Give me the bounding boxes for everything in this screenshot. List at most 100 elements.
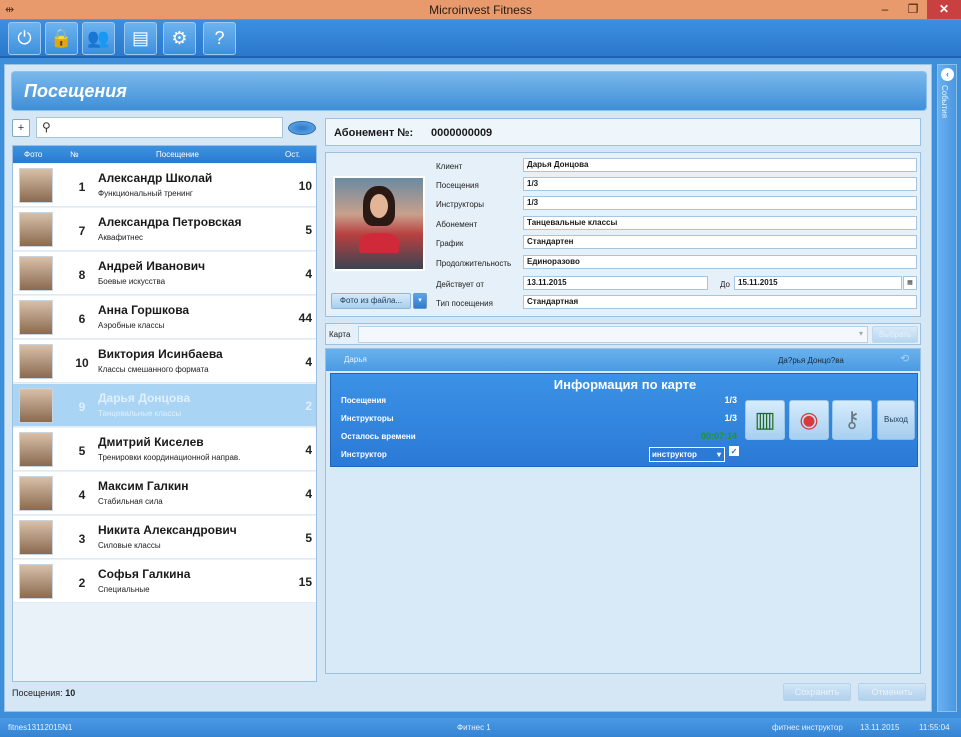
- item-subscription: Силовые классы: [98, 541, 161, 550]
- item-number: 10: [75, 356, 89, 370]
- item-number: 4: [78, 488, 86, 502]
- bracelet-icon: ◉: [799, 407, 819, 432]
- client-field[interactable]: Дарья Донцова: [523, 158, 917, 172]
- abonement-type-label: Абонемент: [436, 220, 478, 229]
- add-button[interactable]: +: [12, 119, 30, 137]
- item-number: 3: [78, 532, 86, 546]
- avatar: [19, 168, 53, 203]
- item-remaining: 2: [305, 399, 312, 413]
- lock-user-button[interactable]: 🔒: [45, 22, 78, 55]
- visit-type-label: Тип посещения: [436, 299, 493, 308]
- list-item[interactable]: 10 Виктория Исинбаева Классы смешанного …: [13, 340, 316, 383]
- close-button[interactable]: ✕: [927, 0, 961, 19]
- col-left: Ост.: [285, 150, 301, 159]
- item-number: 9: [78, 400, 86, 414]
- info-visits-value: 1/3: [724, 395, 737, 405]
- chevron-down-icon: ▾: [716, 450, 721, 459]
- visits-list: Фото № Посещение Ост. 1 Александр Школай…: [12, 145, 317, 682]
- collapse-icon[interactable]: ‹: [941, 68, 954, 81]
- client-label: Клиент: [436, 162, 463, 171]
- status-bar: fitnes13112015N1 Фитнес 1 фитнес инструк…: [0, 718, 961, 737]
- search-row: + ⚲: [12, 117, 317, 139]
- instructor-checkbox[interactable]: ✓: [729, 446, 739, 456]
- avatar: [19, 432, 53, 467]
- photo-from-file-button[interactable]: Фото из файла...: [331, 293, 411, 309]
- card-row: Карта ▾ Выбрать: [325, 323, 921, 345]
- item-subscription: Аквафитнес: [98, 233, 144, 242]
- schedule-field[interactable]: Стандартен: [523, 235, 917, 249]
- time-left-value: 00:07:14: [700, 431, 737, 441]
- item-remaining: 4: [305, 443, 312, 457]
- minimize-button[interactable]: –: [871, 0, 899, 19]
- info-visits-label: Посещения: [341, 396, 387, 405]
- instructor-label: Инструктор: [341, 450, 387, 459]
- instructors-field[interactable]: 1/3: [523, 196, 917, 210]
- visit-type-field[interactable]: Стандартная: [523, 295, 917, 309]
- valid-to-label: До: [720, 280, 730, 289]
- list-item[interactable]: 4 Максим Галкин Стабильная сила 4: [13, 472, 316, 515]
- cancel-button[interactable]: Отменить: [858, 683, 926, 701]
- valid-from-field[interactable]: 13.11.2015: [523, 276, 708, 290]
- list-item[interactable]: 3 Никита Александрович Силовые классы 5: [13, 516, 316, 559]
- card-select[interactable]: ▾: [358, 326, 868, 343]
- events-sidebar[interactable]: ‹ События: [937, 64, 957, 712]
- card-label: Карта: [329, 330, 351, 339]
- item-name: Дарья Донцова: [98, 391, 191, 405]
- bracelet-button[interactable]: ◉: [789, 400, 829, 440]
- abonement-type-field[interactable]: Танцевальные классы: [523, 216, 917, 230]
- calendar-icon[interactable]: ▦: [903, 276, 917, 290]
- keys-button[interactable]: ⚷: [832, 400, 872, 440]
- help-book-icon: ?: [214, 28, 225, 48]
- view-toggle-icon[interactable]: [288, 121, 316, 135]
- list-item[interactable]: 2 Софья Галкина Специальные 15: [13, 560, 316, 603]
- item-name: Анна Горшкова: [98, 303, 190, 317]
- item-subscription: Боевые искусства: [98, 277, 166, 286]
- card-owner-short: Дарья: [344, 355, 367, 364]
- maximize-button[interactable]: ❐: [899, 0, 927, 19]
- status-user: фитнес инструктор: [772, 723, 843, 732]
- towel-button[interactable]: ▥: [745, 400, 785, 440]
- item-name: Александр Школай: [98, 171, 213, 185]
- list-item[interactable]: 8 Андрей Иванович Боевые искусства 4: [13, 252, 316, 295]
- title-bar: ⇹ Microinvest Fitness – ❐ ✕: [0, 0, 961, 20]
- chevron-down-icon[interactable]: ▾: [413, 293, 427, 309]
- sidebar-label: События: [940, 85, 949, 119]
- save-button[interactable]: Сохранить: [783, 683, 851, 701]
- item-name: Никита Александрович: [98, 523, 237, 537]
- power-button[interactable]: ⏻: [8, 22, 41, 55]
- refresh-icon[interactable]: ⟲: [900, 352, 909, 365]
- item-subscription: Функциональный тренинг: [98, 189, 193, 198]
- list-item-selected[interactable]: 9 Дарья Донцова Танцевальные классы 2: [13, 384, 316, 427]
- list-item[interactable]: 1 Александр Школай Функциональный тренин…: [13, 164, 316, 207]
- select-card-button[interactable]: Выбрать: [872, 326, 918, 343]
- list-item[interactable]: 7 Александра Петровская Аквафитнес 5: [13, 208, 316, 251]
- abonement-bar: Абонемент №: 0000000009: [325, 118, 921, 146]
- item-subscription: Специальные: [98, 585, 150, 594]
- calendar-button[interactable]: ▤: [124, 22, 157, 55]
- duration-field[interactable]: Единоразово: [523, 255, 917, 269]
- users-button[interactable]: 👥: [82, 22, 115, 55]
- item-number: 8: [78, 268, 86, 282]
- valid-to-field[interactable]: 15.11.2015: [734, 276, 902, 290]
- abonement-label: Абонемент №:: [334, 127, 414, 139]
- exit-button[interactable]: Выход: [877, 400, 915, 440]
- item-number: 2: [78, 576, 86, 590]
- col-visit: Посещение: [156, 150, 199, 159]
- list-item[interactable]: 6 Анна Горшкова Аэробные классы 44: [13, 296, 316, 339]
- calendar-icon: ▤: [131, 28, 149, 48]
- item-remaining: 5: [305, 531, 312, 545]
- list-item[interactable]: 5 Дмитрий Киселев Тренировки координацио…: [13, 428, 316, 471]
- main-toolbar: ⏻ 🔒 👥 ▤ ⚙ ?: [0, 20, 961, 58]
- help-button[interactable]: ?: [203, 22, 236, 55]
- avatar: [19, 256, 53, 291]
- item-remaining: 10: [298, 179, 312, 193]
- item-subscription: Стабильная сила: [98, 497, 163, 506]
- search-input[interactable]: ⚲: [36, 117, 283, 138]
- item-name: Андрей Иванович: [98, 259, 206, 273]
- list-header: Фото № Посещение Ост.: [13, 146, 316, 163]
- info-instructors-value: 1/3: [724, 413, 737, 423]
- visits-field[interactable]: 1/3: [523, 177, 917, 191]
- instructor-select[interactable]: инструктор ▾: [649, 447, 725, 462]
- settings-button[interactable]: ⚙: [163, 22, 196, 55]
- visits-count: Посещения: 10: [12, 688, 76, 698]
